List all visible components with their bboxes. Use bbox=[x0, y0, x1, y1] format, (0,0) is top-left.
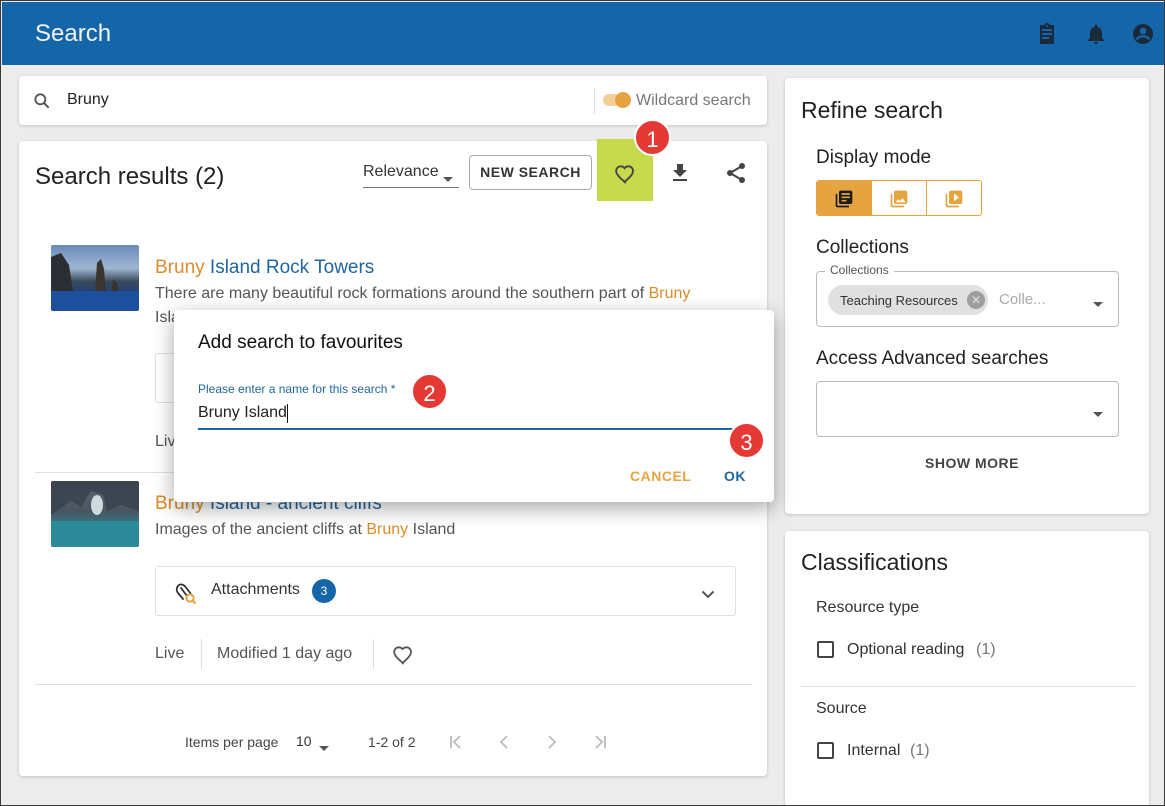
bell-icon[interactable] bbox=[1084, 22, 1108, 46]
refine-search-panel: Refine search Display mode Collections C… bbox=[785, 78, 1149, 514]
collections-field-label: Collections bbox=[825, 263, 894, 277]
new-search-button[interactable]: NEW SEARCH bbox=[469, 155, 592, 190]
attachment-search-icon bbox=[174, 579, 198, 610]
video-gallery-icon bbox=[944, 189, 964, 214]
result-title-link[interactable]: Bruny Island Rock Towers bbox=[155, 257, 374, 279]
description-text: There are many beautiful rock formations… bbox=[155, 285, 649, 302]
text-cursor bbox=[287, 404, 288, 423]
divider bbox=[801, 686, 1135, 687]
dropdown-arrow-icon bbox=[442, 171, 454, 189]
chevron-down-icon[interactable] bbox=[701, 586, 715, 604]
video-gallery-button[interactable] bbox=[927, 181, 981, 215]
wildcard-toggle-knob[interactable] bbox=[615, 92, 631, 108]
collections-heading: Collections bbox=[816, 237, 909, 258]
next-page-icon[interactable] bbox=[544, 734, 560, 755]
internal-label[interactable]: Internal bbox=[847, 742, 900, 760]
optional-reading-label[interactable]: Optional reading bbox=[847, 641, 964, 659]
optional-reading-checkbox[interactable] bbox=[817, 641, 834, 658]
account-icon[interactable] bbox=[1131, 22, 1155, 46]
last-page-icon[interactable] bbox=[592, 734, 608, 755]
app-frame: Search Bruny Wildcard search Search resu… bbox=[0, 0, 1165, 806]
collection-chip[interactable]: Teaching Resources ✕ bbox=[828, 285, 988, 315]
callout-badge: 3 bbox=[728, 422, 765, 459]
results-heading: Search results (2) bbox=[35, 163, 225, 190]
divider bbox=[373, 639, 374, 669]
advanced-searches-select[interactable] bbox=[816, 381, 1119, 437]
collections-input[interactable]: Colle... bbox=[999, 291, 1046, 308]
source-heading: Source bbox=[816, 700, 867, 717]
app-bar: Search bbox=[2, 2, 1164, 65]
description-text: Images of the ancient cliffs at bbox=[155, 521, 367, 538]
dialog-title: Add search to favourites bbox=[198, 332, 403, 353]
advanced-searches-heading: Access Advanced searches bbox=[816, 348, 1049, 369]
description-text: Island bbox=[408, 521, 456, 538]
divider bbox=[594, 88, 595, 114]
attachments-count-badge: 3 bbox=[312, 579, 336, 603]
collections-select[interactable]: Collections Teaching Resources ✕ Colle..… bbox=[816, 263, 1119, 327]
refine-heading: Refine search bbox=[801, 97, 943, 123]
result-description: There are many beautiful rock formations… bbox=[155, 285, 690, 303]
collection-chip-label: Teaching Resources bbox=[840, 293, 958, 308]
image-gallery-icon bbox=[889, 189, 909, 214]
internal-count: (1) bbox=[910, 742, 930, 759]
download-icon[interactable] bbox=[668, 161, 692, 190]
first-page-icon[interactable] bbox=[448, 734, 464, 755]
description-highlight: Bruny bbox=[366, 521, 409, 538]
search-input[interactable]: Bruny bbox=[67, 91, 109, 109]
heart-icon[interactable] bbox=[391, 643, 415, 672]
close-icon[interactable]: ✕ bbox=[967, 291, 985, 309]
heart-icon[interactable] bbox=[613, 162, 637, 191]
callout-badge: 2 bbox=[411, 373, 448, 410]
title-text: Island Rock Towers bbox=[204, 257, 375, 278]
gallery-view-button[interactable] bbox=[872, 181, 927, 215]
internal-checkbox[interactable] bbox=[817, 742, 834, 759]
clipboard-icon[interactable] bbox=[1035, 22, 1059, 46]
items-per-page-select[interactable]: 10 bbox=[296, 733, 312, 749]
list-view-icon bbox=[834, 189, 854, 214]
resource-type-heading: Resource type bbox=[816, 599, 920, 616]
divider bbox=[201, 639, 202, 669]
result-thumbnail[interactable] bbox=[51, 245, 139, 311]
favourite-name-label: Please enter a name for this search * bbox=[198, 382, 396, 396]
result-description: Images of the ancient cliffs at Bruny Is… bbox=[155, 521, 455, 539]
result-thumbnail[interactable] bbox=[51, 481, 139, 547]
dropdown-arrow-icon[interactable] bbox=[1092, 296, 1104, 314]
sort-value: Relevance bbox=[363, 163, 439, 180]
add-favourite-dialog: Add search to favourites Please enter a … bbox=[174, 310, 774, 502]
title-highlight: Bruny bbox=[155, 257, 205, 278]
page-title: Search bbox=[35, 20, 112, 47]
show-more-button[interactable]: SHOW MORE bbox=[925, 455, 1019, 471]
dropdown-arrow-icon[interactable] bbox=[318, 740, 330, 758]
attachments-panel[interactable]: Attachments 3 bbox=[155, 566, 736, 616]
display-mode-heading: Display mode bbox=[816, 147, 932, 168]
previous-page-icon[interactable] bbox=[496, 734, 512, 755]
wildcard-label: Wildcard search bbox=[636, 92, 751, 109]
ok-button[interactable]: OK bbox=[724, 468, 746, 484]
favourite-name-input[interactable]: Bruny Island bbox=[198, 402, 750, 430]
modified-text: Modified 1 day ago bbox=[217, 645, 353, 662]
search-icon bbox=[32, 91, 52, 116]
status-text: Live bbox=[155, 645, 185, 662]
items-per-page-label: Items per page bbox=[185, 734, 279, 750]
share-icon[interactable] bbox=[724, 161, 748, 190]
search-bar: Bruny Wildcard search bbox=[19, 76, 767, 125]
sort-select[interactable]: Relevance bbox=[363, 161, 459, 188]
favourite-name-value: Bruny Island bbox=[198, 404, 287, 421]
classifications-heading: Classifications bbox=[801, 549, 948, 575]
display-mode-toggle bbox=[816, 180, 982, 216]
callout-badge: 1 bbox=[634, 119, 671, 156]
cancel-button[interactable]: CANCEL bbox=[630, 468, 691, 484]
pagination-range: 1-2 of 2 bbox=[368, 734, 416, 750]
divider bbox=[35, 684, 752, 685]
optional-reading-count: (1) bbox=[976, 641, 996, 658]
attachments-label: Attachments bbox=[211, 581, 300, 598]
dropdown-arrow-icon[interactable] bbox=[1092, 406, 1104, 424]
classifications-panel: Classifications Resource type Optional r… bbox=[785, 531, 1149, 805]
list-view-button[interactable] bbox=[817, 181, 872, 215]
description-highlight: Bruny bbox=[648, 285, 691, 302]
